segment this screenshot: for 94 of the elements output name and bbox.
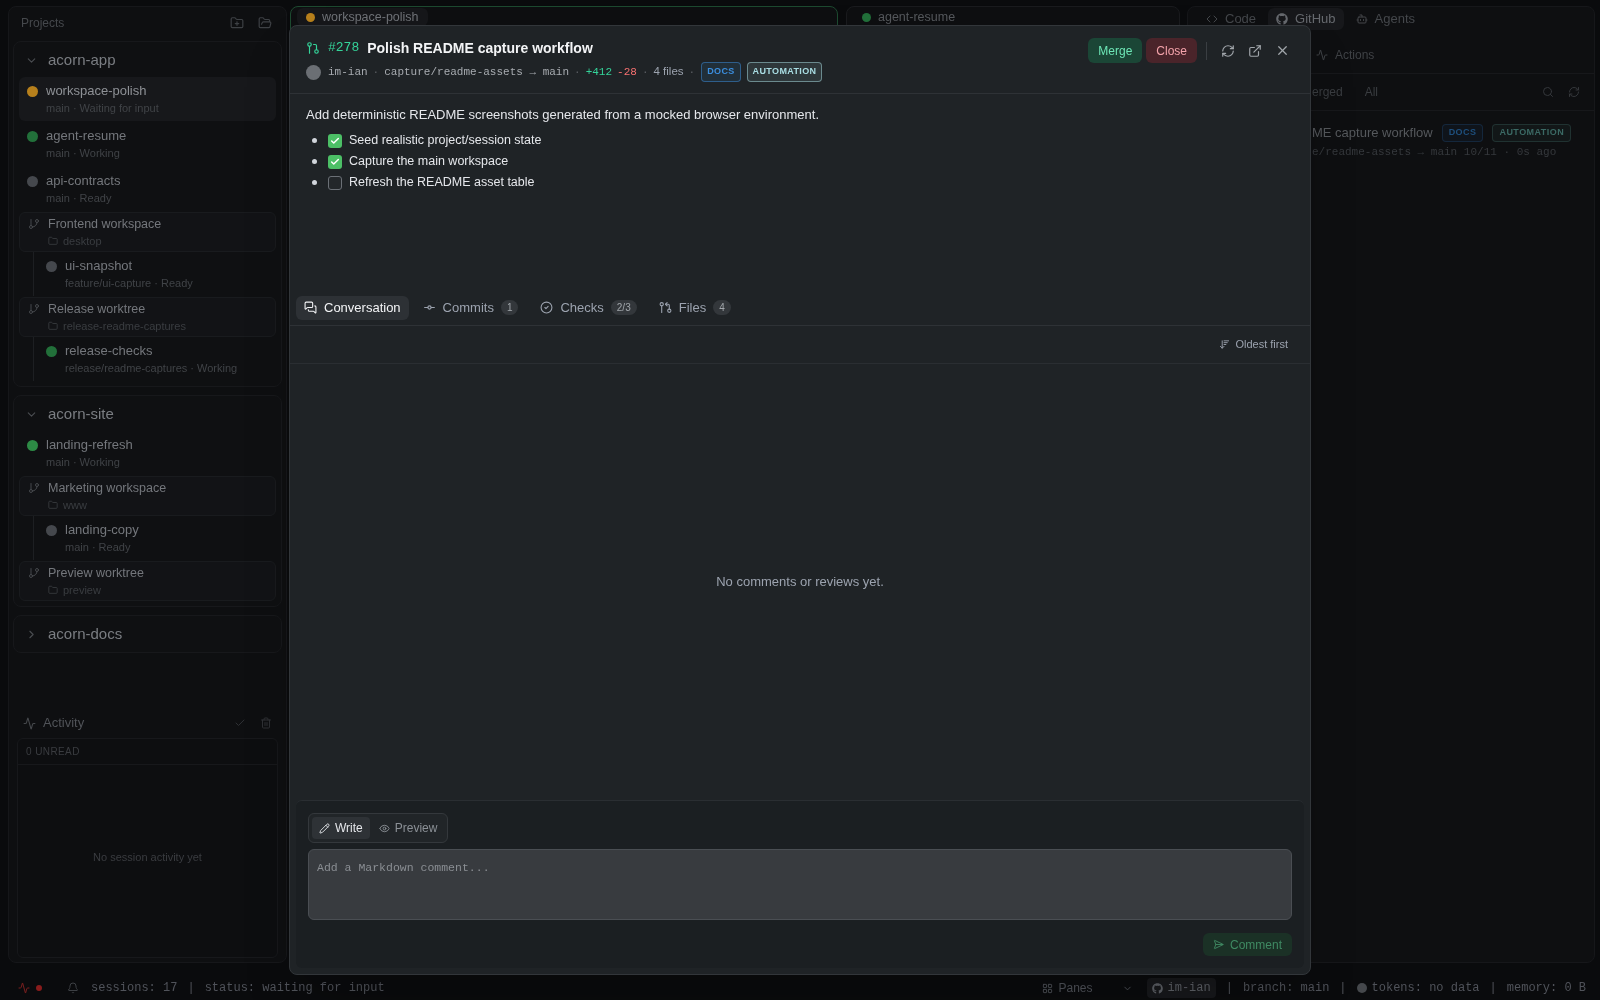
refresh-icon[interactable] bbox=[1568, 86, 1580, 98]
folder-open-icon[interactable] bbox=[258, 16, 272, 30]
check-icon bbox=[330, 135, 340, 146]
pulse-icon bbox=[18, 982, 30, 994]
pr-description: Add deterministic README screenshots generated from a mocked browser environment. bbox=[306, 106, 820, 124]
close-button[interactable]: Close bbox=[1146, 38, 1197, 63]
bullet-icon bbox=[312, 180, 317, 185]
check-circle-icon bbox=[540, 301, 554, 314]
label-tag: AUTOMATION bbox=[1492, 124, 1572, 142]
pr-title: ME capture workflow bbox=[1312, 124, 1433, 143]
project-toggle[interactable]: acorn-docs bbox=[19, 621, 129, 647]
github-icon bbox=[1276, 13, 1289, 25]
merge-button[interactable]: Merge bbox=[1088, 38, 1143, 63]
task-checkbox[interactable] bbox=[328, 133, 342, 148]
sessions-count: sessions: 17 bbox=[91, 980, 178, 997]
pencil-icon bbox=[319, 822, 330, 834]
folder-icon bbox=[48, 321, 58, 331]
avatar-icon bbox=[306, 64, 321, 80]
pane-tab[interactable]: workspace-polish bbox=[297, 8, 428, 26]
grid-icon bbox=[1042, 982, 1054, 994]
folder-icon bbox=[48, 236, 58, 246]
task-text: Refresh the README asset table bbox=[349, 174, 535, 192]
pr-number: #278 bbox=[328, 39, 360, 58]
folder-plus-icon[interactable] bbox=[230, 16, 244, 30]
dialog-tab[interactable]: Checks 2/3 bbox=[532, 295, 645, 320]
folder-icon bbox=[48, 500, 58, 510]
trash-icon[interactable] bbox=[260, 717, 272, 729]
branch-icon bbox=[28, 218, 40, 230]
folder-icon bbox=[48, 585, 58, 595]
user-chip[interactable]: im-ian bbox=[1146, 978, 1216, 998]
sort-icon bbox=[1219, 339, 1231, 350]
tab-count: 2/3 bbox=[610, 300, 637, 315]
check-icon[interactable] bbox=[234, 717, 246, 729]
branch-icon bbox=[28, 303, 40, 315]
editor-tab[interactable]: Preview bbox=[371, 817, 445, 839]
branch-icon bbox=[28, 567, 40, 579]
refresh-icon bbox=[1221, 43, 1235, 58]
activity-title: Activity bbox=[43, 714, 85, 733]
comment-field[interactable]: Add a Markdown comment... bbox=[308, 849, 1292, 920]
deletions-count: -28 bbox=[617, 64, 637, 80]
bullet-icon bbox=[312, 138, 317, 143]
separator: · bbox=[574, 64, 581, 80]
bullet-icon bbox=[312, 159, 317, 164]
search-icon[interactable] bbox=[1542, 86, 1554, 98]
branch-status: branch: main bbox=[1242, 980, 1330, 997]
task-text: Seed realistic project/session state bbox=[349, 132, 542, 150]
task-checkbox[interactable] bbox=[328, 154, 342, 169]
task-text: Capture the main workspace bbox=[349, 153, 509, 171]
eye-icon bbox=[378, 822, 390, 834]
project-toggle[interactable]: acorn-app bbox=[19, 47, 122, 73]
pulse-icon bbox=[1316, 49, 1328, 61]
token-status: tokens: no data bbox=[1371, 980, 1480, 997]
check-icon bbox=[330, 156, 340, 167]
dialog-tab[interactable]: Files 4 bbox=[650, 295, 739, 320]
external-link-icon bbox=[1248, 43, 1262, 58]
chat-icon bbox=[304, 301, 317, 314]
memory-status: memory: 0 B bbox=[1506, 980, 1586, 997]
separator: | bbox=[1339, 980, 1347, 997]
branch-name: capture/readme-assets → main bbox=[384, 64, 570, 80]
separator: · bbox=[372, 64, 380, 80]
tab-count: 1 bbox=[500, 300, 519, 315]
label-tag: AUTOMATION bbox=[746, 62, 823, 82]
github-icon bbox=[1151, 982, 1163, 994]
pull-request-icon bbox=[658, 301, 672, 314]
pulse-icon bbox=[23, 716, 36, 730]
author-name: im-ian bbox=[328, 64, 368, 80]
robot-icon bbox=[1355, 13, 1368, 25]
send-icon bbox=[1213, 939, 1224, 950]
panel-tab[interactable]: GitHub bbox=[1268, 8, 1344, 30]
bell-icon[interactable] bbox=[67, 982, 79, 994]
code-icon bbox=[1206, 13, 1218, 25]
pull-request-icon bbox=[306, 41, 320, 55]
separator: | bbox=[1225, 980, 1233, 997]
label-tag: DOCS bbox=[1441, 124, 1484, 142]
separator: | bbox=[1489, 980, 1497, 997]
editor-tab[interactable]: Write bbox=[312, 817, 370, 839]
session-status: status: waiting for input bbox=[204, 980, 385, 997]
separator: | bbox=[187, 980, 195, 997]
dialog-tab[interactable]: Commits 1 bbox=[414, 295, 527, 320]
separator: · bbox=[641, 64, 649, 80]
task-checkbox[interactable] bbox=[328, 175, 342, 190]
project-toggle[interactable]: acorn-site bbox=[19, 401, 120, 427]
empty-comments-text: No comments or reviews yet. bbox=[716, 573, 884, 592]
additions-count: +412 bbox=[585, 64, 613, 80]
sort-button[interactable]: Oldest first bbox=[1219, 336, 1288, 353]
label-tag: DOCS bbox=[701, 62, 741, 82]
tab-count: 4 bbox=[713, 300, 731, 315]
sidebar-title: Projects bbox=[21, 15, 65, 32]
files-count: 4 files bbox=[653, 64, 684, 80]
panes-dropdown[interactable]: Panes bbox=[1042, 979, 1133, 997]
dialog-tab[interactable]: Conversation bbox=[296, 295, 409, 320]
separator: · bbox=[688, 64, 696, 80]
branch-icon bbox=[28, 482, 40, 494]
pr-title: Polish README capture workflow bbox=[367, 38, 593, 58]
